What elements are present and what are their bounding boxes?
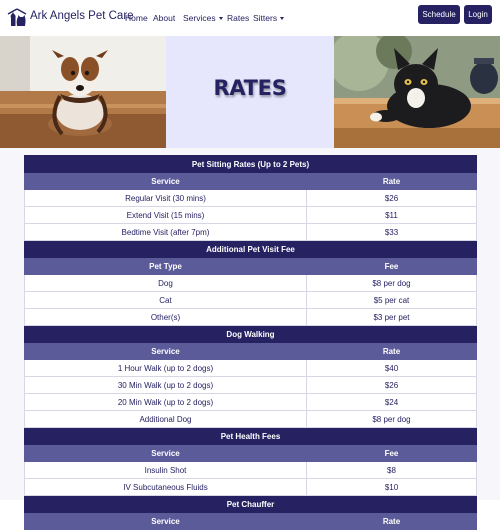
table-row: 1 Hour Walk (up to 2 dogs) $40 xyxy=(24,359,477,377)
section-title: Additional Pet Visit Fee xyxy=(24,240,477,258)
table-cell: $10 xyxy=(306,478,477,496)
table-cell: 30 Min Walk (up to 2 dogs) xyxy=(24,376,307,394)
column-header-row: Service Rate xyxy=(24,512,477,530)
column-header-row: Pet Type Fee xyxy=(24,257,477,275)
column-header: Fee xyxy=(306,257,477,275)
section-header-row: Pet Sitting Rates (Up to 2 Pets) xyxy=(24,155,477,173)
dog-and-cat-silhouette-icon[interactable] xyxy=(6,6,28,28)
table-row: Regular Visit (30 mins) $26 xyxy=(24,189,477,207)
nav-rates[interactable]: Rates xyxy=(227,13,249,23)
nav-services[interactable]: Services xyxy=(183,13,223,23)
login-button[interactable]: Login xyxy=(464,5,492,24)
table-cell: $33 xyxy=(306,223,477,241)
column-header-row: Service Rate xyxy=(24,342,477,360)
table-cell: Cat xyxy=(24,291,307,309)
nav-sitters[interactable]: Sitters xyxy=(253,13,285,23)
table-row: Other(s) $3 per pet xyxy=(24,308,477,326)
table-cell: $5 per cat xyxy=(306,291,477,309)
table-row: Insulin Shot $8 xyxy=(24,461,477,479)
navbar: Ark Angels Pet Care Home About Services … xyxy=(0,0,500,36)
cat-photo xyxy=(334,36,500,148)
table-cell: $24 xyxy=(306,393,477,411)
table-row: Cat $5 per cat xyxy=(24,291,477,309)
table-cell: 20 Min Walk (up to 2 dogs) xyxy=(24,393,307,411)
column-header-row: Service Fee xyxy=(24,444,477,462)
section-title: Dog Walking xyxy=(24,325,477,343)
table-cell: $8 per dog xyxy=(306,410,477,428)
table-cell: $11 xyxy=(306,206,477,224)
column-header: Service xyxy=(24,342,307,360)
table-row: Extend Visit (15 mins) $11 xyxy=(24,206,477,224)
table-row: 20 Min Walk (up to 2 dogs) $24 xyxy=(24,393,477,411)
table-row: Dog $8 per dog xyxy=(24,274,477,292)
section-title: Pet Chauffer xyxy=(24,495,477,513)
section-header-row: Dog Walking xyxy=(24,325,477,343)
table-row: IV Subcutaneous Fluids $10 xyxy=(24,478,477,496)
table-cell: Additional Dog xyxy=(24,410,307,428)
section-title: Pet Sitting Rates (Up to 2 Pets) xyxy=(24,155,477,173)
table-cell: IV Subcutaneous Fluids xyxy=(24,478,307,496)
section-title: Pet Health Fees xyxy=(24,427,477,445)
table-cell: $8 xyxy=(306,461,477,479)
table-cell: Regular Visit (30 mins) xyxy=(24,189,307,207)
column-header: Rate xyxy=(306,512,477,530)
rates-table: Pet Sitting Rates (Up to 2 Pets) Service… xyxy=(24,155,477,530)
table-cell: $3 per pet xyxy=(306,308,477,326)
table-row: Bedtime Visit (after 7pm) $33 xyxy=(24,223,477,241)
column-header: Service xyxy=(24,512,307,530)
table-cell: $26 xyxy=(306,189,477,207)
page-title: RATES xyxy=(213,76,287,100)
column-header: Service xyxy=(24,172,307,190)
table-cell: Extend Visit (15 mins) xyxy=(24,206,307,224)
dog-photo xyxy=(0,36,166,148)
column-header: Fee xyxy=(306,444,477,462)
chevron-down-icon xyxy=(280,17,285,20)
section-header-row: Pet Health Fees xyxy=(24,427,477,445)
schedule-button[interactable]: Schedule xyxy=(418,5,460,24)
table-row: 30 Min Walk (up to 2 dogs) $26 xyxy=(24,376,477,394)
table-cell: $40 xyxy=(306,359,477,377)
table-cell: 1 Hour Walk (up to 2 dogs) xyxy=(24,359,307,377)
table-cell: $26 xyxy=(306,376,477,394)
column-header: Rate xyxy=(306,172,477,190)
column-header: Rate xyxy=(306,342,477,360)
table-cell: Other(s) xyxy=(24,308,307,326)
section-header-row: Additional Pet Visit Fee xyxy=(24,240,477,258)
table-cell: Dog xyxy=(24,274,307,292)
chevron-down-icon xyxy=(218,17,223,20)
nav-about[interactable]: About xyxy=(153,13,175,23)
table-cell: Insulin Shot xyxy=(24,461,307,479)
table-cell: $8 per dog xyxy=(306,274,477,292)
hero-banner: RATES xyxy=(0,36,500,148)
table-cell: Bedtime Visit (after 7pm) xyxy=(24,223,307,241)
column-header-row: Service Rate xyxy=(24,172,477,190)
column-header: Service xyxy=(24,444,307,462)
column-header: Pet Type xyxy=(24,257,307,275)
table-row: Additional Dog $8 per dog xyxy=(24,410,477,428)
section-header-row: Pet Chauffer xyxy=(24,495,477,513)
nav-home[interactable]: Home xyxy=(125,13,148,23)
brand-name[interactable]: Ark Angels Pet Care xyxy=(30,10,134,22)
